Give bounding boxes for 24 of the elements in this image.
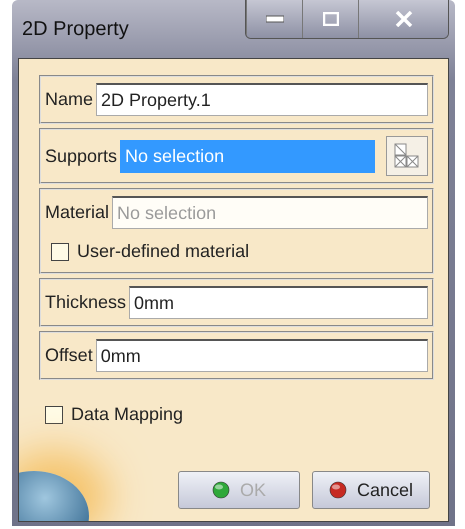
cancel-button[interactable]: Cancel — [312, 471, 430, 509]
checkbox-label: User-defined material — [77, 241, 250, 262]
checkbox-label: Data Mapping — [71, 404, 184, 425]
field-label: Material — [45, 202, 110, 223]
close-button[interactable] — [358, 0, 448, 38]
ball-icon — [212, 481, 230, 499]
field-label: Supports — [45, 146, 118, 166]
text-field[interactable]: 2D Property.1 — [96, 83, 428, 116]
selection-grid-icon — [394, 143, 420, 169]
text-field[interactable]: 0mm — [129, 286, 428, 319]
minimize-icon — [266, 15, 284, 23]
text-field[interactable]: 0mm — [96, 339, 428, 372]
field-label: Name — [45, 89, 94, 110]
ball-icon — [328, 481, 347, 499]
window-title: 2D Property — [21, 18, 129, 40]
maximize-button[interactable] — [302, 0, 358, 38]
field-label: Thickness — [45, 292, 126, 313]
close-icon — [394, 11, 412, 27]
maximize-icon — [322, 12, 338, 26]
picker-button[interactable] — [386, 136, 428, 176]
field-label: Offset — [45, 345, 93, 366]
minimize-button[interactable] — [246, 0, 302, 38]
checkbox[interactable] — [51, 242, 69, 260]
checkbox[interactable] — [45, 406, 63, 424]
